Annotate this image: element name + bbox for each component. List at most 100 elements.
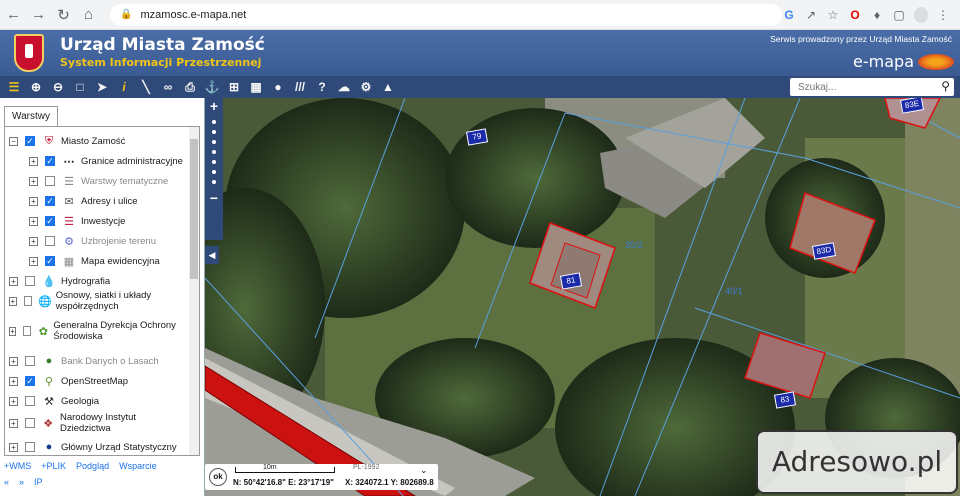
expand-icon[interactable]: +: [9, 376, 18, 386]
opera-icon[interactable]: O: [848, 8, 862, 22]
layer-row[interactable]: + ✓ ⋯ Granice administracyjne: [29, 151, 185, 171]
zoom-level-tick[interactable]: [212, 130, 216, 134]
home-icon[interactable]: ⌂: [77, 3, 100, 27]
layer-row[interactable]: + ✓ ⚲ OpenStreetMap: [9, 371, 185, 391]
google-icon[interactable]: G: [782, 8, 796, 22]
layer-checkbox[interactable]: ✓: [25, 376, 35, 386]
link-preview[interactable]: Podgląd: [76, 461, 109, 471]
layer-checkbox[interactable]: [45, 236, 55, 246]
expand-icon[interactable]: +: [9, 356, 18, 366]
share-icon[interactable]: ↗: [804, 8, 818, 22]
zoom-level-tick[interactable]: [212, 140, 216, 144]
zoom-slider[interactable]: + −: [205, 98, 223, 240]
layer-checkbox[interactable]: [23, 296, 33, 306]
zoom-level-tick[interactable]: [212, 170, 216, 174]
back-icon[interactable]: ←: [2, 3, 25, 27]
expand-icon[interactable]: +: [9, 276, 18, 286]
layer-row[interactable]: + ☰ Warstwy tematyczne: [29, 171, 185, 191]
layer-row[interactable]: + ● Bank Danych o Lasach: [9, 351, 185, 371]
help-icon[interactable]: ?: [314, 79, 330, 95]
ok-button[interactable]: ok: [209, 468, 227, 486]
link-prev[interactable]: «: [4, 477, 9, 487]
layer-row[interactable]: + ⚙ Uzbrojenie terenu: [29, 231, 185, 251]
layer-checkbox[interactable]: ✓: [45, 216, 55, 226]
select-arrow-icon[interactable]: ➤: [94, 79, 110, 95]
chevron-down-icon[interactable]: ⌄: [420, 465, 428, 476]
export-icon[interactable]: ⊞: [226, 79, 242, 95]
compass-icon[interactable]: ▲: [380, 79, 396, 95]
measure-icon[interactable]: ╲: [138, 79, 154, 95]
link-support[interactable]: Wsparcie: [119, 461, 157, 471]
layer-row[interactable]: + 🌐 Osnowy, siatki i układy współrzędnych: [9, 290, 185, 312]
address-bar[interactable]: 🔒 mzamosc.e-mapa.net: [110, 3, 782, 26]
settings-icon[interactable]: ⚙: [358, 79, 374, 95]
print-icon[interactable]: ⎙: [182, 79, 198, 95]
scrollbar-thumb[interactable]: [190, 139, 198, 279]
layer-row[interactable]: − ✓ ⛨ Miasto Zamość: [9, 131, 185, 151]
expand-icon[interactable]: +: [29, 236, 38, 246]
scrollbar[interactable]: [189, 127, 199, 455]
layer-checkbox[interactable]: [25, 356, 35, 366]
layer-checkbox[interactable]: [25, 442, 35, 452]
zoom-out-icon[interactable]: ⊖: [50, 79, 66, 95]
layer-row[interactable]: + ❖ Narodowy Instytut Dziedzictwa: [9, 412, 185, 434]
layer-row[interactable]: + ● Główny Urząd Statystyczny: [9, 437, 185, 455]
forward-icon[interactable]: →: [27, 3, 50, 27]
layer-row[interactable]: + 💧 Hydrografia: [9, 271, 185, 291]
expand-icon[interactable]: +: [29, 216, 38, 226]
layer-row[interactable]: + ✿ Generalna Dyrekcja Ochrony Środowiska: [9, 320, 185, 342]
layer-checkbox[interactable]: [25, 396, 35, 406]
expand-icon[interactable]: +: [29, 196, 38, 206]
puzzle-icon[interactable]: ♦: [870, 8, 884, 22]
layer-row[interactable]: + ✓ ✉ Adresy i ulice: [29, 191, 185, 211]
info-icon[interactable]: i: [116, 79, 132, 95]
layer-checkbox[interactable]: [25, 276, 35, 286]
expand-icon[interactable]: +: [9, 418, 18, 428]
comment-icon[interactable]: ●: [270, 79, 286, 95]
collapse-panel-button[interactable]: ◀: [205, 246, 219, 264]
link-add-wms[interactable]: +WMS: [4, 461, 31, 471]
hatch-icon[interactable]: ///: [292, 79, 308, 95]
zoom-level-tick[interactable]: [212, 180, 216, 184]
link-icon[interactable]: ∞: [160, 79, 176, 95]
sidepanel-icon[interactable]: ▢: [892, 8, 906, 22]
anchor-icon[interactable]: ⚓: [204, 79, 220, 95]
layer-checkbox[interactable]: ✓: [25, 136, 35, 146]
link-next[interactable]: »: [19, 477, 24, 487]
layer-checkbox[interactable]: ✓: [45, 256, 55, 266]
layer-checkbox[interactable]: [24, 418, 35, 428]
search-icon[interactable]: ⚲: [941, 79, 950, 93]
collapse-icon[interactable]: −: [9, 136, 18, 146]
zoom-in-icon[interactable]: ⊕: [28, 79, 44, 95]
layer-checkbox[interactable]: [23, 326, 32, 336]
zoom-level-tick[interactable]: [212, 120, 216, 124]
zoom-in-button[interactable]: +: [205, 98, 223, 114]
search-input[interactable]: [798, 81, 928, 93]
layer-checkbox[interactable]: [45, 176, 55, 186]
profile-avatar[interactable]: [914, 6, 928, 23]
layer-row[interactable]: + ✓ ▦ Mapa ewidencyjna: [29, 251, 185, 271]
expand-icon[interactable]: +: [29, 256, 38, 266]
zoom-out-button[interactable]: −: [205, 190, 223, 206]
cloud-icon[interactable]: ☁: [336, 79, 352, 95]
expand-icon[interactable]: +: [9, 326, 17, 336]
zoom-extent-icon[interactable]: □: [72, 79, 88, 95]
expand-icon[interactable]: +: [9, 442, 18, 452]
layer-checkbox[interactable]: ✓: [45, 196, 55, 206]
kebab-menu-icon[interactable]: ⋮: [936, 8, 950, 22]
expand-icon[interactable]: +: [9, 396, 18, 406]
layer-row[interactable]: + ✓ ☰ Inwestycje: [29, 211, 185, 231]
reload-icon[interactable]: ↻: [52, 3, 75, 27]
link-add-file[interactable]: +PLIK: [41, 461, 66, 471]
table-icon[interactable]: ▦: [248, 79, 264, 95]
expand-icon[interactable]: +: [9, 296, 17, 306]
tab-layers[interactable]: Warstwy: [4, 106, 58, 126]
expand-icon[interactable]: +: [29, 156, 38, 166]
layers-icon[interactable]: ☰: [6, 79, 22, 95]
expand-icon[interactable]: +: [29, 176, 38, 186]
layer-row[interactable]: + ⚒ Geologia: [9, 391, 185, 411]
zoom-level-tick[interactable]: [212, 160, 216, 164]
layer-checkbox[interactable]: ✓: [45, 156, 55, 166]
bookmark-star-icon[interactable]: ☆: [826, 8, 840, 22]
zoom-level-tick[interactable]: [212, 150, 216, 154]
